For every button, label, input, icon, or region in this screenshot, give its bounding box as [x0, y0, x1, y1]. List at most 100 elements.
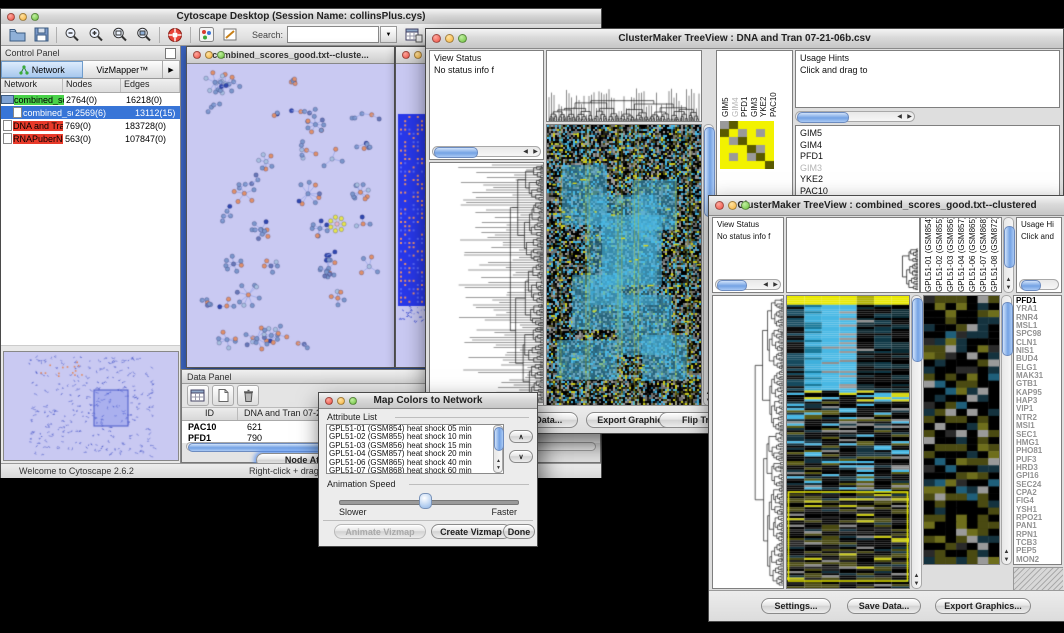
- close-icon[interactable]: [715, 201, 724, 210]
- scrollbar-thumb[interactable]: [1002, 302, 1013, 356]
- column-dendrogram-canvas[interactable]: [547, 51, 701, 121]
- search-dropdown-icon[interactable]: ▼: [380, 26, 397, 43]
- treeview-dna-titlebar[interactable]: ClusterMaker TreeView : DNA and Tran 07-…: [426, 29, 1063, 49]
- column-labels-vscrollbar[interactable]: ▲ ▼: [1003, 217, 1014, 293]
- attribute-list-item[interactable]: GPL51-07 (GSM868) heat shock 60 min: [327, 467, 503, 474]
- minimize-icon[interactable]: [445, 34, 454, 43]
- col-nodes[interactable]: Nodes: [63, 79, 121, 92]
- network-row[interactable]: combined_scores2764(0)16218(0): [1, 93, 180, 106]
- close-icon[interactable]: [325, 397, 333, 405]
- scrollbar-thumb[interactable]: [1004, 226, 1015, 268]
- attribute-list-vscrollbar[interactable]: ▲ ▼: [493, 425, 503, 473]
- network-view-titlebar[interactable]: combined_scores_good.txt--cluste...: [187, 47, 394, 64]
- gene-label[interactable]: PFD1: [800, 151, 1059, 163]
- scrollbar-thumb[interactable]: [1021, 280, 1041, 291]
- done-button[interactable]: Done: [503, 524, 535, 539]
- zoom-window-icon[interactable]: [741, 201, 750, 210]
- zoom-region-icon[interactable]: [132, 25, 156, 45]
- scroll-up-icon[interactable]: ▲: [1004, 277, 1013, 283]
- network-row[interactable]: combined_sco2569(6)13112(15): [1, 106, 180, 119]
- network-overview-canvas[interactable]: [4, 352, 178, 460]
- new-attribute-icon[interactable]: [212, 385, 234, 406]
- attribute-list[interactable]: GPL51-01 (GSM854) heat shock 05 minGPL51…: [326, 424, 504, 474]
- settings-button[interactable]: Settings...: [761, 598, 831, 614]
- scroll-down-icon[interactable]: ▼: [912, 581, 921, 587]
- help-ring-icon[interactable]: [163, 25, 187, 45]
- heatmap-canvas[interactable]: [787, 296, 909, 588]
- annotation-icon[interactable]: [218, 25, 242, 45]
- row-dendrogram-canvas[interactable]: [430, 163, 543, 405]
- col-edges[interactable]: Edges: [121, 79, 180, 92]
- scroll-down-icon[interactable]: ▼: [494, 465, 503, 471]
- minimize-icon[interactable]: [414, 51, 422, 59]
- summary-matrix-canvas[interactable]: [720, 121, 774, 169]
- view-status-hscrollbar[interactable]: ◀ ▶: [715, 279, 781, 290]
- network-overview-panel[interactable]: [3, 351, 179, 461]
- attribute-table-icon[interactable]: [187, 385, 209, 406]
- zoom-window-icon[interactable]: [458, 34, 467, 43]
- column-dendrogram-canvas[interactable]: [787, 218, 919, 292]
- zoom-out-icon[interactable]: [60, 25, 84, 45]
- create-vizmap-button[interactable]: Create Vizmap: [431, 524, 511, 539]
- vizmapper-icon[interactable]: [194, 25, 218, 45]
- close-icon[interactable]: [193, 51, 201, 59]
- table-import-icon[interactable]: [401, 25, 425, 45]
- col-id[interactable]: ID: [182, 408, 238, 420]
- search-input[interactable]: [287, 26, 379, 43]
- delete-attribute-icon[interactable]: [237, 385, 259, 406]
- open-icon[interactable]: [5, 25, 29, 45]
- tab-vizmapper[interactable]: VizMapper™: [83, 61, 164, 78]
- gene-label[interactable]: YKE2: [800, 174, 1059, 186]
- scroll-left-icon[interactable]: ◀: [895, 114, 904, 120]
- tab-network[interactable]: Network: [1, 61, 83, 78]
- slider-thumb[interactable]: [419, 493, 432, 509]
- network-row[interactable]: DNA and Tran 07769(0)183728(0): [1, 119, 180, 132]
- scroll-up-icon[interactable]: ▲: [1002, 549, 1011, 555]
- move-up-button[interactable]: ∧: [509, 430, 533, 443]
- scroll-up-icon[interactable]: ▲: [494, 458, 503, 464]
- scroll-down-icon[interactable]: ▼: [1002, 557, 1011, 563]
- scroll-down-icon[interactable]: ▼: [1004, 285, 1013, 291]
- resize-grip[interactable]: [1013, 567, 1063, 590]
- network-row[interactable]: RNAPuberNov2+563(0)107847(0): [1, 132, 180, 145]
- network-graph-canvas[interactable]: [187, 64, 392, 366]
- gene-label[interactable]: GIM5: [800, 128, 1059, 140]
- zoom-heatmap-canvas[interactable]: [924, 296, 999, 564]
- zoom-window-icon[interactable]: [31, 13, 39, 21]
- save-icon[interactable]: [29, 25, 53, 45]
- scroll-up-icon[interactable]: ▲: [912, 573, 921, 579]
- close-icon[interactable]: [432, 34, 441, 43]
- zoom-in-icon[interactable]: [84, 25, 108, 45]
- heatmap-canvas[interactable]: [547, 125, 701, 405]
- scrollbar-thumb[interactable]: [717, 280, 747, 291]
- col-network[interactable]: Network: [1, 79, 63, 92]
- minimize-icon[interactable]: [19, 13, 27, 21]
- minimize-icon[interactable]: [337, 397, 345, 405]
- scrollbar-thumb[interactable]: [434, 147, 478, 158]
- zoom-window-icon[interactable]: [217, 51, 225, 59]
- close-icon[interactable]: [402, 51, 410, 59]
- zoom-window-icon[interactable]: [349, 397, 357, 405]
- scroll-right-icon[interactable]: ▶: [531, 149, 540, 155]
- save-data-button[interactable]: Save Data...: [847, 598, 921, 614]
- scrollbar-thumb[interactable]: [912, 298, 923, 362]
- scroll-left-icon[interactable]: ◀: [521, 149, 530, 155]
- move-down-button[interactable]: ∨: [509, 450, 533, 463]
- tab-overflow-icon[interactable]: ▶: [163, 61, 180, 78]
- scroll-right-icon[interactable]: ▶: [905, 114, 914, 120]
- animate-vizmap-button[interactable]: Animate Vizmap: [334, 524, 426, 539]
- usage-hints-hscrollbar[interactable]: [1019, 279, 1059, 290]
- gene-label[interactable]: GIM4: [800, 140, 1059, 152]
- treeview-combined-titlebar[interactable]: ClusterMaker TreeView : combined_scores_…: [709, 196, 1064, 216]
- export-graphics-button[interactable]: Export Graphics...: [935, 598, 1031, 614]
- main-titlebar[interactable]: Cytoscape Desktop (Session Name: collins…: [1, 9, 601, 25]
- minimize-icon[interactable]: [728, 201, 737, 210]
- scroll-left-icon[interactable]: ◀: [761, 282, 770, 288]
- gene-label[interactable]: GIM3: [800, 163, 1059, 175]
- row-dendrogram-canvas[interactable]: [713, 296, 783, 588]
- close-icon[interactable]: [7, 13, 15, 21]
- scrollbar-thumb[interactable]: [494, 427, 504, 451]
- zoom-fit-icon[interactable]: [108, 25, 132, 45]
- dialog-titlebar[interactable]: Map Colors to Network: [319, 393, 537, 409]
- gene-label[interactable]: MON2: [1016, 556, 1061, 564]
